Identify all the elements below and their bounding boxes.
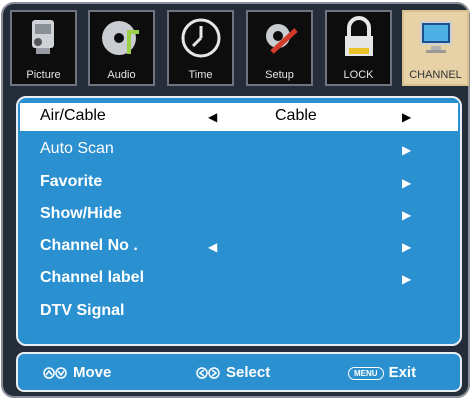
up-down-arrows-icon — [43, 367, 67, 379]
exit-hint: MENU Exit — [348, 364, 416, 381]
padlock-icon — [344, 16, 373, 56]
menu-item-show-hide[interactable]: Show/Hide ▶ — [20, 201, 458, 229]
key-hint-bar: Move Select MENU Exit — [16, 352, 462, 392]
cd-music-icon — [101, 21, 139, 55]
tab-label: CHANNEL — [409, 69, 462, 81]
select-label: Select — [226, 364, 271, 381]
menu-item-channel-label[interactable]: Channel label ▶ — [20, 265, 458, 293]
tab-time[interactable]: Time — [167, 10, 234, 86]
select-hint: Select — [196, 364, 270, 381]
menu-item-air-cable[interactable]: Air/Cable ◀ Cable ▶ — [20, 103, 458, 131]
tab-label: Time — [188, 69, 213, 81]
menu-item-label: DTV Signal — [40, 302, 125, 319]
menu-item-dtv-signal[interactable]: DTV Signal — [20, 298, 458, 326]
tab-picture[interactable]: Picture — [10, 10, 77, 86]
monitor-icon — [419, 21, 452, 53]
menu-item-label: Show/Hide — [40, 205, 122, 222]
menu-item-label: Auto Scan — [40, 140, 114, 157]
left-arrow-icon[interactable]: ◀ — [208, 110, 217, 124]
camcorder-icon — [31, 20, 54, 54]
menu-item-auto-scan[interactable]: Auto Scan ▶ — [20, 136, 458, 164]
right-arrow-icon[interactable]: ▶ — [402, 240, 411, 254]
clock-icon — [181, 18, 220, 58]
exit-label: Exit — [388, 364, 417, 381]
tab-setup[interactable]: Setup — [246, 10, 313, 86]
left-right-arrows-icon — [196, 367, 220, 379]
tab-channel[interactable]: CHANNEL — [402, 10, 469, 86]
gear-tools-icon — [265, 24, 298, 54]
tab-label: Picture — [26, 69, 61, 81]
right-arrow-icon[interactable]: ▶ — [402, 143, 411, 157]
right-arrow-icon[interactable]: ▶ — [402, 176, 411, 190]
left-arrow-icon[interactable]: ◀ — [208, 240, 217, 254]
menu-item-value: Cable — [275, 107, 317, 124]
menu-item-label: Air/Cable — [40, 107, 106, 124]
tab-label: Setup — [265, 69, 294, 81]
menu-item-label: Channel label — [40, 269, 145, 286]
channel-settings-panel: Air/Cable ◀ Cable ▶ Auto Scan ▶ Favorite… — [16, 96, 462, 346]
move-hint: Move — [43, 364, 111, 381]
menu-item-label: Channel No . — [40, 237, 138, 254]
menu-item-channel-no[interactable]: Channel No . ◀ ▶ — [20, 233, 458, 261]
tab-label: LOCK — [343, 69, 374, 81]
menu-key-icon: MENU — [348, 366, 384, 380]
menu-item-label: Favorite — [40, 173, 103, 190]
osd-menu: Picture Audio Time Setup LOCK CHANNEL Ai… — [1, 2, 470, 398]
right-arrow-icon[interactable]: ▶ — [402, 208, 411, 222]
right-arrow-icon[interactable]: ▶ — [402, 272, 411, 286]
menu-item-favorite[interactable]: Favorite ▶ — [20, 169, 458, 197]
right-arrow-icon[interactable]: ▶ — [402, 110, 411, 124]
tab-bar: Picture Audio Time Setup LOCK CHANNEL — [10, 10, 469, 88]
tab-label: Audio — [107, 69, 136, 81]
tab-audio[interactable]: Audio — [88, 10, 155, 86]
move-label: Move — [73, 364, 112, 381]
tab-lock[interactable]: LOCK — [325, 10, 392, 86]
